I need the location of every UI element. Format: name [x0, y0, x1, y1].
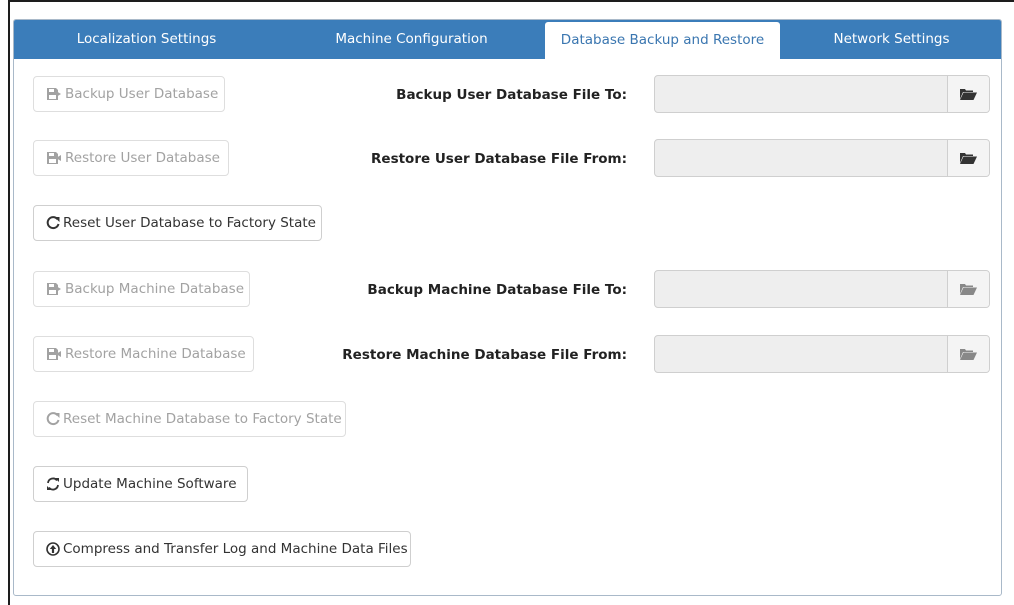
tab-bar: Localization Settings Machine Configurat…	[14, 20, 1001, 59]
backup-user-file-field[interactable]	[654, 75, 990, 113]
backup-user-file-path[interactable]	[655, 76, 947, 112]
restore-machine-file-path[interactable]	[655, 336, 947, 372]
backup-machine-database-label: Backup Machine Database	[65, 281, 244, 297]
restore-user-database-button[interactable]: Restore User Database	[33, 140, 229, 176]
restore-machine-file-label: Restore Machine Database File From:	[342, 347, 627, 363]
save-import-icon	[46, 347, 62, 361]
restore-machine-database-button[interactable]: Restore Machine Database	[33, 336, 254, 372]
restore-user-browse-button[interactable]	[947, 140, 989, 176]
restore-user-file-field[interactable]	[654, 139, 990, 177]
window-frame-top	[8, 0, 1014, 2]
settings-panel: Localization Settings Machine Configurat…	[13, 19, 1002, 596]
backup-machine-file-path[interactable]	[655, 271, 947, 307]
reset-machine-database-label: Reset Machine Database to Factory State	[63, 411, 342, 427]
save-export-icon	[46, 282, 62, 296]
restore-machine-database-label: Restore Machine Database	[65, 346, 246, 362]
backup-machine-file-field[interactable]	[654, 270, 990, 308]
restore-user-file-path[interactable]	[655, 140, 947, 176]
backup-machine-database-button[interactable]: Backup Machine Database	[33, 271, 250, 307]
reset-machine-database-button[interactable]: Reset Machine Database to Factory State	[33, 401, 346, 437]
backup-user-browse-button[interactable]	[947, 76, 989, 112]
save-export-icon	[46, 87, 62, 101]
window-frame-left	[8, 0, 10, 605]
save-import-icon	[46, 151, 62, 165]
tab-machine-configuration[interactable]: Machine Configuration	[279, 20, 544, 59]
refresh-icon	[46, 216, 60, 230]
compress-transfer-button[interactable]: Compress and Transfer Log and Machine Da…	[33, 531, 411, 567]
sync-icon	[46, 477, 60, 491]
update-machine-software-label: Update Machine Software	[63, 476, 237, 492]
backup-user-file-label: Backup User Database File To:	[396, 87, 627, 103]
compress-transfer-label: Compress and Transfer Log and Machine Da…	[63, 541, 408, 557]
restore-user-database-label: Restore User Database	[65, 150, 220, 166]
restore-user-file-label: Restore User Database File From:	[371, 151, 627, 167]
tab-localization-settings[interactable]: Localization Settings	[14, 20, 279, 59]
restore-machine-file-field[interactable]	[654, 335, 990, 373]
backup-user-database-button[interactable]: Backup User Database	[33, 76, 225, 112]
folder-open-icon	[960, 345, 977, 364]
restore-machine-browse-button[interactable]	[947, 336, 989, 372]
reset-user-database-label: Reset User Database to Factory State	[63, 215, 316, 231]
folder-open-icon	[960, 85, 977, 104]
tab-network-settings[interactable]: Network Settings	[780, 20, 1001, 59]
backup-machine-file-label: Backup Machine Database File To:	[367, 282, 627, 298]
circle-arrow-up-icon	[46, 542, 60, 556]
refresh-icon	[46, 412, 60, 426]
folder-open-icon	[960, 280, 977, 299]
backup-machine-browse-button[interactable]	[947, 271, 989, 307]
folder-open-icon	[960, 149, 977, 168]
tab-database-backup-restore[interactable]: Database Backup and Restore	[545, 22, 780, 59]
backup-user-database-label: Backup User Database	[65, 86, 219, 102]
reset-user-database-button[interactable]: Reset User Database to Factory State	[33, 205, 322, 241]
update-machine-software-button[interactable]: Update Machine Software	[33, 466, 248, 502]
